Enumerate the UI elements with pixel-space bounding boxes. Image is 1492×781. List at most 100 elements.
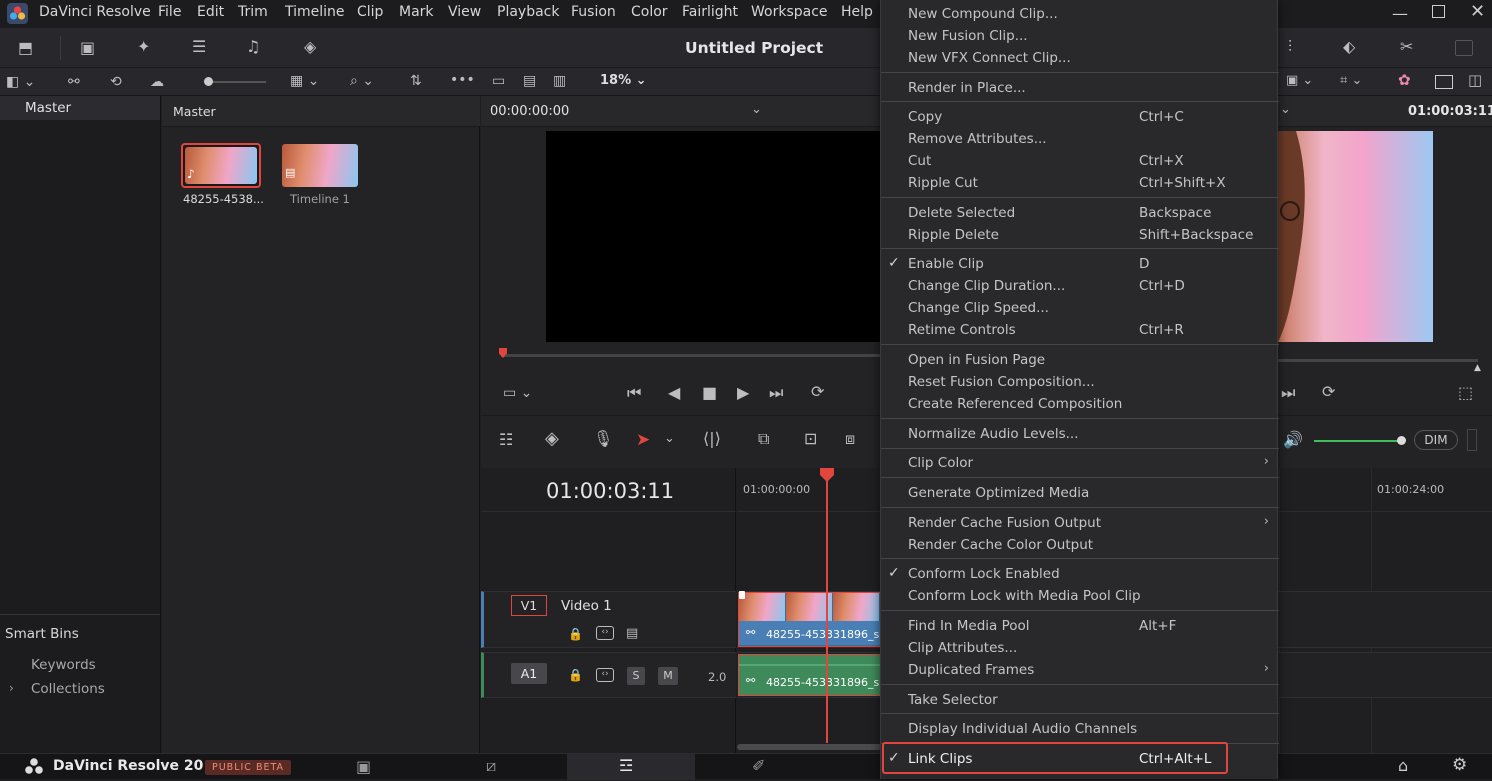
- replace-clip-icon[interactable]: ⧈: [845, 431, 855, 447]
- menu-item-enable-clip[interactable]: ✓ Enable Clip D: [881, 253, 1279, 275]
- menu-item-retime-controls[interactable]: Retime Controls Ctrl+R: [881, 319, 1279, 341]
- timeline-thumbnail[interactable]: ▤: [282, 144, 358, 187]
- blade-tool-icon[interactable]: ⟨|⟩: [703, 431, 721, 447]
- menu-workspace[interactable]: Workspace: [751, 4, 828, 20]
- viewer-mode-icon[interactable]: [1435, 75, 1453, 89]
- mute-button[interactable]: M: [658, 667, 678, 685]
- audio-auto-select-icon[interactable]: ‹›: [596, 668, 614, 682]
- menu-fairlight[interactable]: Fairlight: [682, 4, 738, 20]
- menu-fusion[interactable]: Fusion: [571, 4, 616, 20]
- stop-icon[interactable]: ■: [702, 385, 717, 401]
- menu-playback[interactable]: Playback: [497, 4, 559, 20]
- sort-icon[interactable]: ⇅: [410, 73, 422, 89]
- auto-select-icon[interactable]: ‹›: [596, 626, 614, 640]
- viewer-dropdown-icon[interactable]: ⌄: [1280, 102, 1291, 117]
- menu-item-delete-selected[interactable]: Delete Selected Backspace: [881, 202, 1279, 224]
- selection-tool-icon[interactable]: ➤: [636, 430, 650, 450]
- speaker-icon[interactable]: 🔊: [1283, 432, 1303, 448]
- menu-item-new-fusion-clip[interactable]: New Fusion Clip...: [881, 25, 1279, 47]
- skip-forward-icon[interactable]: ⏭: [769, 385, 783, 401]
- timeline-options-icon[interactable]: ☷: [499, 432, 513, 448]
- smart-bin-collections[interactable]: Collections: [31, 681, 105, 697]
- source-scrubber[interactable]: [501, 354, 881, 357]
- menu-clip[interactable]: Clip: [357, 4, 383, 20]
- zoom-dropdown[interactable]: 18% ⌄: [600, 73, 647, 88]
- menu-item-new-compound-clip[interactable]: New Compound Clip...: [881, 3, 1279, 25]
- menu-item-normalize-audio-levels[interactable]: Normalize Audio Levels...: [881, 423, 1279, 445]
- menu-item-conform-lock-with-media-pool-clip[interactable]: Conform Lock with Media Pool Clip: [881, 585, 1279, 607]
- tool-dropdown-icon[interactable]: ⌄: [664, 431, 675, 447]
- settings-gear-icon[interactable]: ⚙: [1452, 755, 1467, 775]
- media-pool-icon[interactable]: ⬒: [18, 40, 33, 56]
- snap-icon[interactable]: ◈: [545, 430, 559, 448]
- more-options-icon[interactable]: •••: [450, 72, 475, 88]
- scrubber-end-icon[interactable]: ▲: [1474, 363, 1481, 373]
- panel-toggle-icon[interactable]: ◧ ⌄: [6, 74, 35, 90]
- hd-icon[interactable]: ▣ ⌄: [1286, 73, 1313, 89]
- menu-help[interactable]: Help: [841, 4, 873, 20]
- source-video-frame[interactable]: [546, 131, 881, 342]
- disable-video-icon[interactable]: ▤: [626, 626, 638, 641]
- solo-button[interactable]: S: [627, 667, 645, 685]
- menu-item-link-clips[interactable]: ✓ Link Clips Ctrl+Alt+L: [881, 742, 1279, 774]
- insert-clip-icon[interactable]: ⧉: [758, 431, 769, 447]
- metadata-icon[interactable]: ⬖: [1343, 39, 1355, 55]
- sound-library-icon[interactable]: ♫: [246, 39, 260, 55]
- strip-view-icon[interactable]: ▥: [553, 73, 566, 89]
- source-dropdown-icon[interactable]: ⌄: [751, 102, 762, 117]
- menu-item-create-referenced-composition[interactable]: Create Referenced Composition: [881, 393, 1279, 415]
- menu-item-clip-attributes[interactable]: Clip Attributes...: [881, 637, 1279, 659]
- menu-item-cut[interactable]: Cut Ctrl+X: [881, 150, 1279, 172]
- fusion-page-icon[interactable]: ✐: [752, 756, 765, 775]
- menu-item-reset-fusion-composition[interactable]: Reset Fusion Composition...: [881, 371, 1279, 393]
- play-reverse-icon[interactable]: ◀: [668, 385, 680, 401]
- film-view-icon[interactable]: ▤: [523, 73, 536, 89]
- thumbnail-size-slider[interactable]: [204, 77, 266, 86]
- transitions-icon[interactable]: ◈: [304, 39, 316, 55]
- magic-wand-icon[interactable]: ✦: [137, 39, 150, 55]
- menu-trim[interactable]: Trim: [238, 4, 268, 20]
- safe-area-icon[interactable]: ⌗ ⌄: [1340, 73, 1362, 89]
- expand-collections-icon[interactable]: ›: [9, 681, 14, 695]
- menu-item-find-in-media-pool[interactable]: Find In Media Pool Alt+F: [881, 615, 1279, 637]
- loop-icon[interactable]: ⟳: [811, 384, 824, 400]
- menu-item-conform-lock-enabled[interactable]: ✓ Conform Lock Enabled: [881, 563, 1279, 585]
- layout-icon[interactable]: ◫: [1468, 72, 1482, 88]
- cloud-icon[interactable]: ☁: [150, 74, 164, 90]
- menu-item-clip-color[interactable]: Clip Color ›: [881, 452, 1279, 474]
- menu-item-render-cache-color-output[interactable]: Render Cache Color Output: [881, 534, 1279, 556]
- menu-item-ripple-cut[interactable]: Ripple Cut Ctrl+Shift+X: [881, 172, 1279, 194]
- media-clip-thumbnail[interactable]: ♪: [181, 143, 261, 188]
- image-view-icon[interactable]: ▭: [492, 73, 505, 89]
- menu-item-render-in-place[interactable]: Render in Place...: [881, 77, 1279, 99]
- menu-item-open-in-fusion-page[interactable]: Open in Fusion Page: [881, 349, 1279, 371]
- minimize-icon[interactable]: —: [1392, 4, 1408, 23]
- media-page-icon[interactable]: ▣: [356, 757, 371, 776]
- timeline-horizontal-scrollbar[interactable]: [737, 744, 882, 750]
- link-icon[interactable]: ⚯: [68, 74, 80, 90]
- clip-view-icon[interactable]: ▭ ⌄: [503, 385, 532, 401]
- expand-panel-icon[interactable]: [1455, 40, 1473, 56]
- color-wheel-icon[interactable]: ✿: [1398, 72, 1411, 88]
- home-icon[interactable]: ⌂: [1398, 756, 1408, 775]
- timeline-video-frame[interactable]: [1278, 131, 1433, 342]
- volume-slider[interactable]: [1314, 436, 1406, 445]
- sync-icon[interactable]: ⟲: [110, 74, 122, 90]
- skip-back-icon[interactable]: ⏮: [627, 385, 641, 401]
- mixer-icon[interactable]: ⫶: [1288, 39, 1292, 55]
- voiceover-mic-icon[interactable]: 🎙: [593, 431, 613, 447]
- dim-button[interactable]: DIM: [1414, 430, 1458, 450]
- grid-view-icon[interactable]: ▦ ⌄: [290, 73, 319, 89]
- close-icon[interactable]: ✕: [1470, 1, 1485, 22]
- menu-item-ripple-delete[interactable]: Ripple Delete Shift+Backspace: [881, 224, 1279, 246]
- menu-item-take-selector[interactable]: Take Selector: [881, 689, 1279, 711]
- play-icon[interactable]: ▶: [737, 385, 749, 401]
- cut-page-icon[interactable]: ⧄: [486, 756, 496, 776]
- menu-mark[interactable]: Mark: [399, 4, 434, 20]
- menu-item-render-cache-fusion-output[interactable]: Render Cache Fusion Output ›: [881, 512, 1279, 534]
- menu-color[interactable]: Color: [631, 4, 668, 20]
- restore-icon[interactable]: [1432, 5, 1445, 18]
- menu-edit[interactable]: Edit: [197, 4, 224, 20]
- menu-file[interactable]: File: [158, 4, 181, 20]
- master-bin-item[interactable]: Master: [0, 96, 160, 120]
